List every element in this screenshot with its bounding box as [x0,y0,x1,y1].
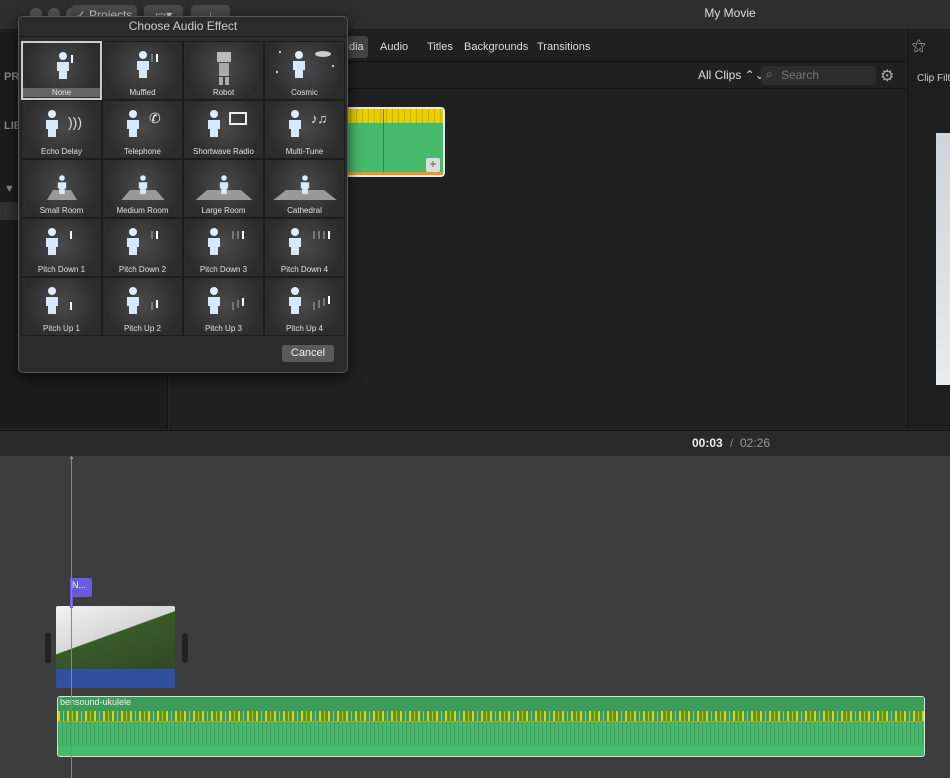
svg-text:))): ))) [68,114,82,130]
search-input[interactable] [761,66,876,85]
effect-pitch-up-3[interactable]: Pitch Up 3 [183,277,264,336]
effect-label: Shortwave Radio [193,147,254,156]
effect-label: Medium Room [116,206,169,215]
svg-text:♪♫: ♪♫ [311,111,327,126]
effect-cathedral[interactable]: Cathedral [264,159,345,218]
svg-text:✆: ✆ [149,110,161,126]
audio-effect-grid: None Muffled Robot Cosmic))) Echo Delay ✆ Tele… [21,41,345,336]
effect-label: Echo Delay [41,147,82,156]
effect-pitch-down-1[interactable]: Pitch Down 1 [21,218,102,277]
effect-label: Cathedral [287,206,322,215]
tab-media[interactable]: dia [345,36,368,58]
time-separator: / [730,436,734,450]
clip-filter-select[interactable]: All Clips ⌃⌄ [698,68,765,82]
clip-waveform-peaks [347,109,443,123]
tab-backgrounds[interactable]: Backgrounds [460,36,532,58]
cancel-button[interactable]: Cancel [282,345,334,362]
effect-echo-delay[interactable]: ))) Echo Delay [21,100,102,159]
effect-pitch-up-2[interactable]: Pitch Up 2 [102,277,183,336]
effect-pitch-down-2[interactable]: Pitch Down 2 [102,218,183,277]
effect-robot[interactable]: Robot [183,41,264,100]
effect-label: Pitch Up 1 [43,324,80,333]
playhead[interactable] [71,456,72,778]
search-icon: ⌕ [766,67,773,81]
effect-none[interactable]: None [21,41,102,100]
inspector-panel: ⚝ Clip Filt [907,31,950,429]
video-thumbnail [56,606,175,669]
total-time: 02:26 [740,436,771,450]
clip-trim-handle-left[interactable] [45,633,51,663]
effect-label: Pitch Up 2 [124,324,161,333]
audio-waveform-peaks [58,711,924,721]
tab-transitions[interactable]: Transitions [533,36,594,58]
video-clip-audio [56,669,175,688]
window-title: My Movie [704,6,756,20]
effect-label: Multi-Tune [285,147,324,156]
audio-waveform [58,722,924,746]
effect-medium-room[interactable]: Medium Room [102,159,183,218]
audio-clip-name: bensound-ukulele [58,697,924,711]
effect-small-room[interactable]: Small Room [21,159,102,218]
effect-label: Telephone [124,147,161,156]
timeline[interactable]: N... bensound-ukulele ▼ [0,456,950,778]
effect-label: Cosmic [291,88,318,97]
effect-label: None [23,88,100,97]
audio-clip[interactable]: bensound-ukulele [57,696,925,757]
timecode-bar: 00:03 / 02:26 [0,430,950,456]
effect-label: Robot [212,88,235,97]
browser-audio-clip[interactable]: + [345,107,445,177]
current-time: 00:03 [692,436,723,450]
title-marker[interactable]: N... [70,578,92,597]
clip-range-bar [347,172,443,175]
effect-label: Pitch Down 1 [37,265,86,274]
effect-label: Pitch Down 2 [118,265,167,274]
clip-filter-label: Clip Filt [917,73,950,84]
gear-icon[interactable]: ⚙ [880,66,894,86]
effect-label: Pitch Up 4 [286,324,323,333]
effect-telephone[interactable]: ✆ Telephone [102,100,183,159]
effect-pitch-up-1[interactable]: Pitch Up 1 [21,277,102,336]
effect-shortwave-radio[interactable]: Shortwave Radio [183,100,264,159]
effect-label: Large Room [201,206,246,215]
dialog-title: Choose Audio Effect [19,17,347,37]
effect-label: Small Room [39,206,84,215]
viewer-preview [936,133,950,385]
clip-trim-handle-right[interactable] [182,633,188,663]
skimmer-line [383,109,384,175]
playhead-handle[interactable]: ▼ [68,456,75,463]
effect-label: Pitch Down 3 [199,265,248,274]
effect-large-room[interactable]: Large Room [183,159,264,218]
sidebar-section-projects[interactable]: PR [4,71,19,83]
effect-pitch-down-4[interactable]: Pitch Down 4 [264,218,345,277]
choose-audio-effect-dialog: Choose Audio Effect None Muffled Robot Cosm… [18,16,348,373]
effect-multi-tune[interactable]: ♪♫ Multi-Tune [264,100,345,159]
tab-titles[interactable]: Titles [423,36,457,58]
effect-label: Pitch Up 3 [205,324,242,333]
tab-audio[interactable]: Audio [376,36,412,58]
effect-label: Muffled [129,88,156,97]
magic-wand-icon[interactable]: ⚝ [912,37,926,54]
video-clip[interactable] [56,606,175,688]
effect-pitch-down-3[interactable]: Pitch Down 3 [183,218,264,277]
effect-cosmic[interactable]: Cosmic [264,41,345,100]
effect-muffled[interactable]: Muffled [102,41,183,100]
add-clip-button[interactable]: + [426,158,440,172]
effect-label: Pitch Down 4 [280,265,329,274]
effect-pitch-up-4[interactable]: Pitch Up 4 [264,277,345,336]
